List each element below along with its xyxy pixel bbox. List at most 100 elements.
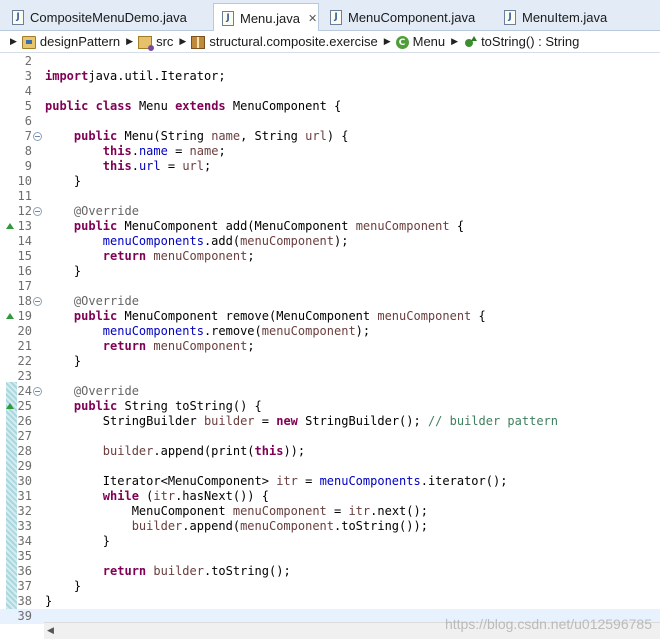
code-line[interactable]: 9 this.url = url; xyxy=(0,159,660,174)
line-number: 34 xyxy=(17,534,32,548)
code-token: name xyxy=(138,144,168,158)
code-line[interactable]: 28 builder.append(print(this)); xyxy=(0,444,660,459)
line-number: 9 xyxy=(24,159,32,173)
line-number: 11 xyxy=(17,189,32,203)
code-line[interactable]: 23 xyxy=(0,369,660,384)
line-number: 32 xyxy=(17,504,32,518)
code-line[interactable]: 12 @Override xyxy=(0,204,660,219)
tab-menucomponent[interactable]: J MenuComponent.java xyxy=(322,4,492,31)
code-token: } xyxy=(45,579,82,593)
code-line[interactable]: 22 } xyxy=(0,354,660,369)
chevron-right-icon[interactable]: ▶ xyxy=(384,37,391,47)
breadcrumb-package-label: structural.composite.exercise xyxy=(209,33,378,49)
close-icon[interactable]: ✕ xyxy=(308,12,317,25)
line-number: 8 xyxy=(24,144,32,158)
code-text: @Override xyxy=(45,204,139,219)
breadcrumb-project[interactable]: designPattern xyxy=(21,33,121,50)
tab-menu[interactable]: J Menu.java ✕ xyxy=(213,3,319,32)
code-line[interactable]: 2 xyxy=(0,54,660,69)
override-marker-icon[interactable] xyxy=(6,223,14,229)
code-token: MenuComponent xyxy=(45,504,233,518)
code-text: @Override xyxy=(45,294,139,309)
code-text: builder.append(print(this)); xyxy=(45,444,305,459)
breadcrumb-project-label: designPattern xyxy=(39,33,121,49)
line-number: 39 xyxy=(17,609,32,623)
code-token: .add( xyxy=(203,234,241,248)
code-line[interactable]: 15 return menuComponent; xyxy=(0,249,660,264)
code-token: extends xyxy=(175,99,226,113)
code-line[interactable]: 11 xyxy=(0,189,660,204)
code-line[interactable]: 4 xyxy=(0,84,660,99)
breadcrumb-class[interactable]: C Menu xyxy=(395,34,445,50)
code-line[interactable]: 6 xyxy=(0,114,660,129)
fold-collapse-icon[interactable] xyxy=(33,387,42,396)
java-file-icon: J xyxy=(222,10,234,26)
chevron-right-icon[interactable]: ▶ xyxy=(126,37,133,47)
code-line[interactable]: 5 public class Menu extends MenuComponent… xyxy=(0,99,660,114)
code-line[interactable]: 29 xyxy=(0,459,660,474)
code-line[interactable]: 27 xyxy=(0,429,660,444)
code-line[interactable]: 8 this.name = name; xyxy=(0,144,660,159)
code-line[interactable]: 26 StringBuilder builder = new StringBui… xyxy=(0,414,660,429)
tab-menuitem[interactable]: J MenuItem.java xyxy=(496,4,656,31)
chevron-right-icon[interactable]: ▶ xyxy=(179,37,186,47)
code-line[interactable]: 19 public MenuComponent remove(MenuCompo… xyxy=(0,309,660,324)
code-line[interactable]: 17 xyxy=(0,279,660,294)
code-text: public String toString() { xyxy=(45,399,262,414)
code-line[interactable]: 20 menuComponents.remove(menuComponent); xyxy=(0,324,660,339)
code-token: menuComponent xyxy=(232,504,327,518)
code-line[interactable]: 33 builder.append(menuComponent.toString… xyxy=(0,519,660,534)
chevron-right-icon[interactable]: ▶ xyxy=(451,37,458,47)
override-marker-icon[interactable] xyxy=(6,313,14,319)
breadcrumb-package[interactable]: structural.composite.exercise xyxy=(191,33,378,50)
code-line[interactable]: 30 Iterator<MenuComponent> itr = menuCom… xyxy=(0,474,660,489)
breadcrumb-src[interactable]: src xyxy=(138,34,173,52)
fold-collapse-icon[interactable] xyxy=(33,132,42,141)
code-line[interactable]: 37 } xyxy=(0,579,660,594)
code-token: itr xyxy=(153,489,176,503)
tab-compositemenudemo[interactable]: J CompositeMenuDemo.java xyxy=(4,4,210,31)
code-line[interactable]: 31 while (itr.hasNext()) { xyxy=(0,489,660,504)
java-file-icon: J xyxy=(330,10,342,25)
code-line[interactable]: 7 public Menu(String name, String url) { xyxy=(0,129,660,144)
override-marker-icon[interactable] xyxy=(6,403,14,409)
code-line[interactable]: 38} xyxy=(0,594,660,609)
line-number: 36 xyxy=(17,564,32,578)
breadcrumb: ▶ designPattern ▶ src ▶ structural.compo… xyxy=(0,31,660,53)
code-line[interactable]: 10 } xyxy=(0,174,660,189)
code-line[interactable]: 16 } xyxy=(0,264,660,279)
code-line[interactable]: 14 menuComponents.add(menuComponent); xyxy=(0,234,660,249)
code-line[interactable]: 35 xyxy=(0,549,660,564)
code-text: public MenuComponent remove(MenuComponen… xyxy=(45,309,486,324)
code-token: } xyxy=(45,534,111,548)
code-editor[interactable]: 2 3 importjava.util.Iterator; 4 5 public clas… xyxy=(0,54,660,624)
package-icon xyxy=(191,36,206,50)
code-text: return builder.toString(); xyxy=(45,564,291,579)
code-line[interactable]: 25 public String toString() { xyxy=(0,399,660,414)
fold-collapse-icon[interactable] xyxy=(33,207,42,216)
line-number: 16 xyxy=(17,264,32,278)
chevron-right-icon[interactable]: ▶ xyxy=(10,37,17,47)
code-line[interactable]: 34 } xyxy=(0,534,660,549)
code-line[interactable]: 24 @Override xyxy=(0,384,660,399)
code-text: @Override xyxy=(45,384,139,399)
fold-collapse-icon[interactable] xyxy=(33,297,42,306)
code-line[interactable]: 32 MenuComponent menuComponent = itr.nex… xyxy=(0,504,660,519)
code-line[interactable]: 3 importjava.util.Iterator; xyxy=(0,69,660,84)
code-line[interactable]: 18 @Override xyxy=(0,294,660,309)
code-token: String toString() { xyxy=(117,399,262,413)
code-token: public xyxy=(73,219,118,233)
breadcrumb-method[interactable]: toString() : String xyxy=(463,34,579,49)
code-token: .append(print( xyxy=(153,444,255,458)
scroll-left-icon[interactable]: ◀ xyxy=(47,626,54,636)
code-line[interactable]: 36 return builder.toString(); xyxy=(0,564,660,579)
code-line[interactable]: 13 public MenuComponent add(MenuComponen… xyxy=(0,219,660,234)
class-icon: C xyxy=(395,36,409,50)
code-line[interactable]: 21 return menuComponent; xyxy=(0,339,660,354)
